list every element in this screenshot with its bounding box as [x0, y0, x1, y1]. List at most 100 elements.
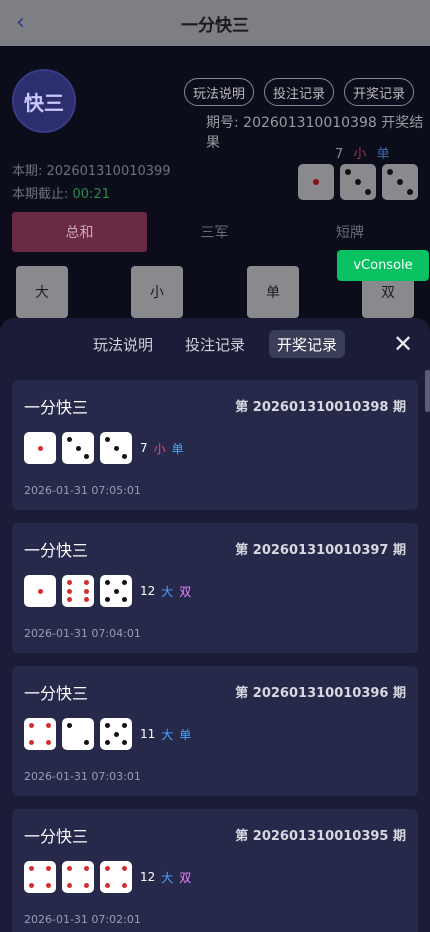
die-pip — [104, 740, 110, 746]
record-parity: 双 — [179, 870, 192, 885]
record-card[interactable]: 一分快三 第 202601310010395 期 12 大双 2026-01-31 07… — [12, 809, 418, 932]
die-pip — [313, 179, 319, 185]
record-game-name: 一分快三 — [24, 827, 89, 846]
die-pip — [66, 865, 72, 871]
die-pip — [66, 597, 72, 603]
die-face-6 — [62, 575, 94, 607]
cutoff-label: 本期截止: — [12, 187, 73, 202]
page-title: 一分快三 — [181, 15, 249, 36]
die-pip — [28, 883, 34, 889]
die-face-4 — [62, 861, 94, 893]
die-face-4 — [100, 861, 132, 893]
last-issue-text: 期号: 202601310010398 开奖结果 — [206, 115, 424, 151]
die-pip — [104, 722, 110, 728]
die-pip — [28, 865, 34, 871]
die-pip — [122, 597, 128, 603]
record-parity: 单 — [179, 727, 192, 742]
bet-record-button[interactable]: 投注记录 — [264, 78, 334, 106]
die-face-4 — [24, 718, 56, 750]
back-icon[interactable]: ‹ — [16, 10, 25, 35]
die-pip — [28, 722, 34, 728]
current-issue: 本期: 202601310010399 — [12, 164, 171, 179]
record-game-name: 一分快三 — [24, 398, 89, 417]
record-parity: 单 — [171, 441, 184, 456]
die-pip — [344, 168, 351, 175]
die-pip — [122, 579, 128, 585]
die-pip — [104, 865, 110, 871]
record-card[interactable]: 一分快三 第 202601310010398 期 7 小单 2026-01-31 07:… — [12, 380, 418, 510]
draw-record-button[interactable]: 开奖记录 — [344, 78, 414, 106]
die-face-1 — [24, 432, 56, 464]
record-sum: 7 — [140, 441, 148, 455]
die-pip — [66, 722, 72, 728]
record-size: 大 — [161, 727, 174, 742]
cutoff-timer: 本期截止: 00:21 — [12, 183, 110, 202]
play-tabs: 总和 三军 短牌 — [12, 212, 418, 252]
bet-big-button[interactable]: 大 — [16, 266, 68, 318]
record-dice: 12 大双 — [24, 575, 191, 607]
die-pip — [104, 883, 110, 889]
scrollbar[interactable] — [425, 370, 430, 412]
die-pip — [75, 445, 81, 451]
die-pip — [46, 865, 52, 871]
record-card[interactable]: 一分快三 第 202601310010396 期 11 大单 2026-01-31 07… — [12, 666, 418, 796]
die-face-2 — [62, 718, 94, 750]
die-pip — [46, 740, 52, 746]
rules-button[interactable]: 玩法说明 — [184, 78, 254, 106]
die-pip — [122, 883, 128, 889]
die-face-5 — [100, 718, 132, 750]
record-parity: 双 — [179, 584, 192, 599]
die-face-1 — [24, 575, 56, 607]
draw-record-sheet: 玩法说明 投注记录 开奖记录 ✕ 一分快三 第 202601310010398 期… — [0, 318, 430, 932]
die-pip — [84, 588, 90, 594]
record-dice: 7小单 — [24, 432, 184, 464]
record-time: 2026-01-31 07:02:01 — [24, 913, 141, 926]
close-icon[interactable]: ✕ — [393, 330, 413, 358]
die-face-3 — [382, 164, 418, 200]
tab-triple[interactable]: 三军 — [147, 212, 282, 252]
record-game-name: 一分快三 — [24, 684, 89, 703]
die-face-3 — [340, 164, 376, 200]
die-pip — [122, 722, 128, 728]
die-face-3 — [100, 432, 132, 464]
die-face-4 — [24, 861, 56, 893]
record-size: 大 — [161, 870, 174, 885]
die-pip — [122, 865, 128, 871]
die-pip — [365, 189, 372, 196]
die-pip — [66, 436, 72, 442]
sheet-tab-rules[interactable]: 玩法说明 — [88, 330, 158, 358]
die-pip — [104, 579, 110, 585]
record-issue: 第 202601310010397 期 — [235, 543, 406, 558]
bet-odd-button[interactable]: 单 — [247, 266, 299, 318]
tab-short[interactable]: 短牌 — [282, 212, 418, 252]
die-pip — [397, 179, 403, 185]
bet-small-button[interactable]: 小 — [131, 266, 183, 318]
tab-sum[interactable]: 总和 — [12, 212, 147, 252]
die-pip — [407, 189, 414, 196]
die-face-5 — [100, 575, 132, 607]
sheet-tab-draws[interactable]: 开奖记录 — [269, 330, 345, 358]
record-game-name: 一分快三 — [24, 541, 89, 560]
die-pip — [37, 588, 43, 594]
game-logo: 快三 — [12, 69, 76, 133]
record-sum: 11 — [140, 727, 156, 741]
record-issue: 第 202601310010395 期 — [235, 829, 406, 844]
die-pip — [386, 168, 393, 175]
record-time: 2026-01-31 07:03:01 — [24, 770, 141, 783]
die-pip — [84, 865, 90, 871]
vconsole-button[interactable]: vConsole — [337, 250, 429, 281]
record-card[interactable]: 一分快三 第 202601310010397 期 12 大双 2026-01-31 07… — [12, 523, 418, 653]
die-pip — [46, 883, 52, 889]
die-pip — [66, 588, 72, 594]
record-issue: 第 202601310010396 期 — [235, 686, 406, 701]
die-pip — [104, 436, 110, 442]
record-size: 大 — [161, 584, 174, 599]
last-result-sum: 7 — [335, 147, 344, 162]
sheet-tab-bets[interactable]: 投注记录 — [180, 330, 250, 358]
die-pip — [37, 445, 43, 451]
die-pip — [28, 740, 34, 746]
die-pip — [46, 722, 52, 728]
die-pip — [84, 597, 90, 603]
die-pip — [355, 179, 361, 185]
die-pip — [66, 883, 72, 889]
